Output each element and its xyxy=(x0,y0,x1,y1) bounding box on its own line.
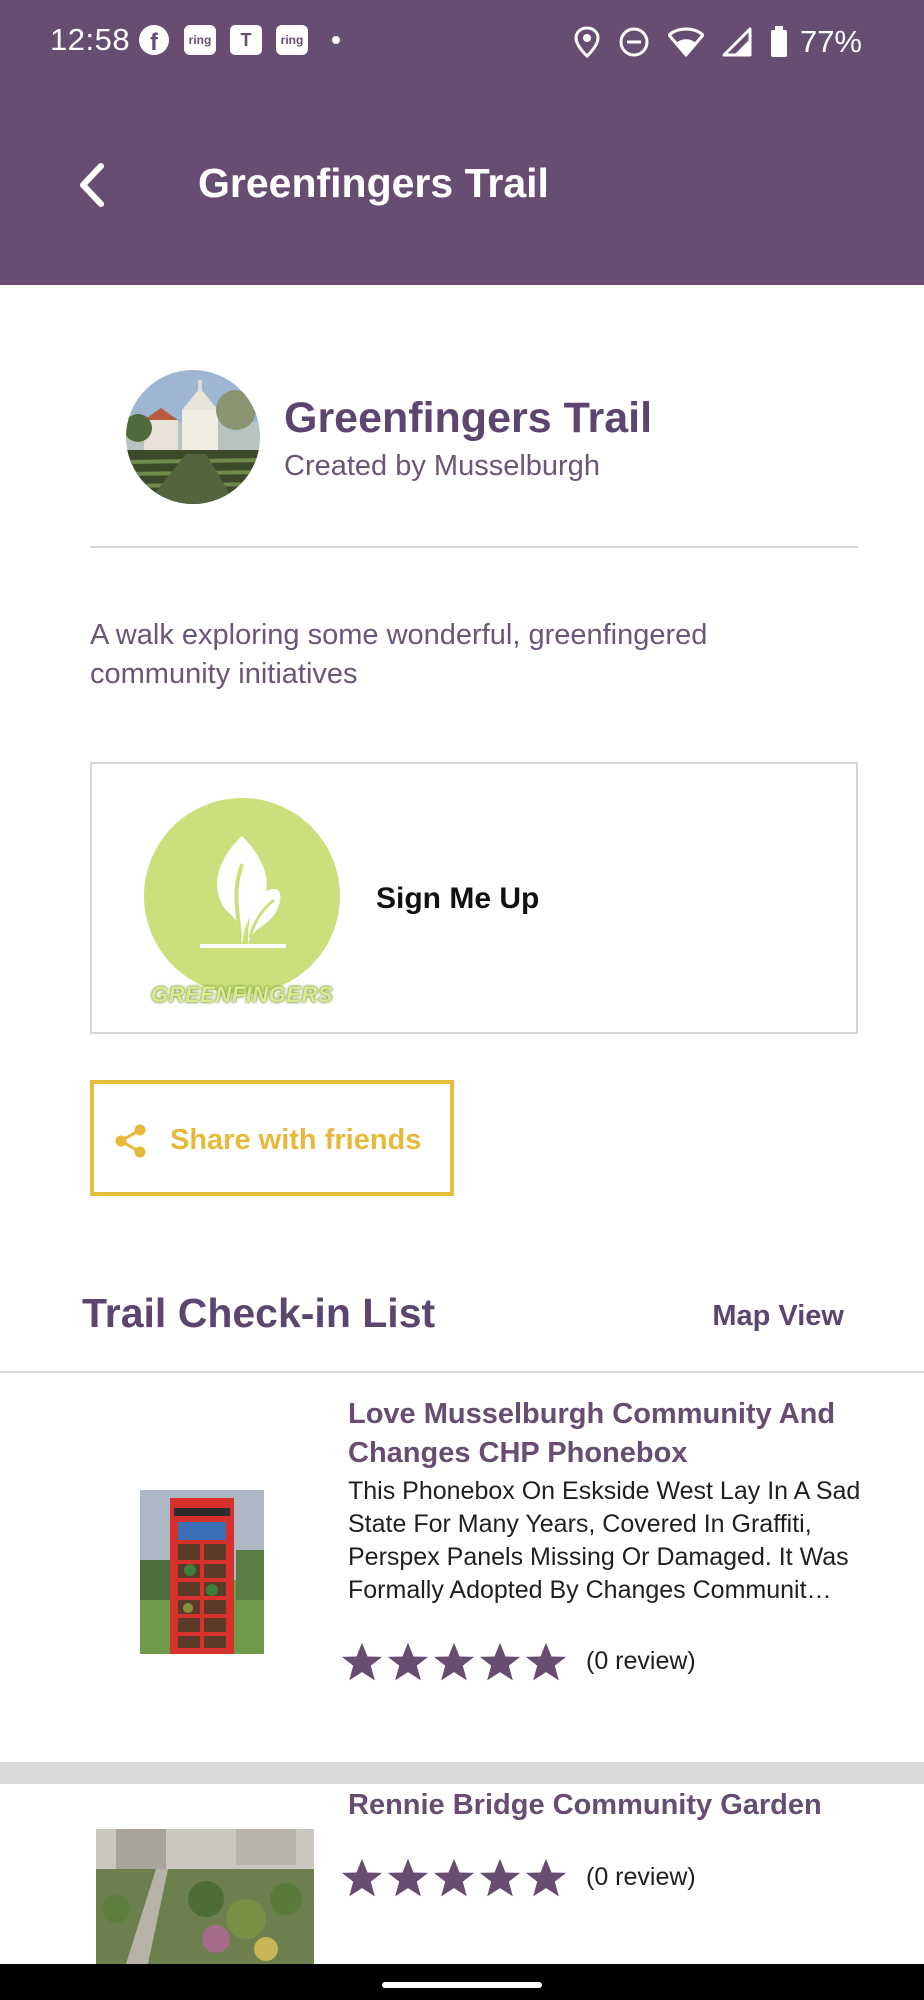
share-button[interactable]: Share with friends xyxy=(90,1080,454,1196)
sign-up-card[interactable]: GREENFINGERS Sign Me Up xyxy=(90,762,858,1034)
star-icon xyxy=(433,1642,475,1681)
star-icon xyxy=(479,1642,521,1681)
star-icon xyxy=(387,1858,429,1897)
star-icon xyxy=(341,1642,383,1681)
battery-icon xyxy=(770,26,787,57)
review-count: (0 review) xyxy=(586,1863,696,1891)
system-icons: 77% xyxy=(574,24,862,60)
greenfingers-logo-text: GREENFINGERS xyxy=(150,982,334,1007)
greenfingers-logo xyxy=(144,798,340,994)
review-count: (0 review) xyxy=(586,1647,696,1675)
trail-name: Greenfingers Trail xyxy=(284,394,653,442)
trail-avatar xyxy=(126,370,260,504)
share-label: Share with friends xyxy=(170,1124,422,1156)
garden-image xyxy=(96,1829,314,1964)
facebook-icon: f xyxy=(138,24,170,56)
status-bar: 12:58 f ring T ring 77% xyxy=(0,0,924,86)
app-bar-title: Greenfingers Trail xyxy=(198,160,549,206)
app-header: 12:58 f ring T ring 77% Greenfingers Tra… xyxy=(0,0,924,285)
divider xyxy=(90,546,858,548)
location-icon xyxy=(574,26,600,58)
chevron-left-icon xyxy=(80,163,104,207)
checkin-item-title[interactable]: Rennie Bridge Community Garden xyxy=(348,1786,868,1825)
list-separator xyxy=(0,1762,924,1784)
notification-icons: f ring T ring xyxy=(138,24,340,56)
ring-icon: ring xyxy=(276,24,308,56)
back-button[interactable] xyxy=(70,160,114,210)
star-icon xyxy=(341,1858,383,1897)
star-icon xyxy=(525,1642,567,1681)
rating-stars xyxy=(340,1640,568,1684)
dot-icon xyxy=(332,36,340,44)
share-icon xyxy=(115,1124,146,1158)
ring-icon: ring xyxy=(184,24,216,56)
trail-creator: Created by Musselburgh xyxy=(284,450,600,482)
sign-me-up-label: Sign Me Up xyxy=(376,882,540,915)
checkin-item-description: This Phonebox On Eskside West Lay In A S… xyxy=(348,1477,861,1604)
rating-stars xyxy=(340,1856,568,1900)
star-icon xyxy=(525,1858,567,1897)
do-not-disturb-icon xyxy=(619,27,649,57)
status-time: 12:58 xyxy=(50,22,131,57)
checkin-item-title[interactable]: Love Musselburgh Community And Changes C… xyxy=(348,1395,868,1473)
star-icon xyxy=(433,1858,475,1897)
wifi-icon xyxy=(667,27,704,57)
star-icon xyxy=(479,1858,521,1897)
battery-percent: 77% xyxy=(799,24,862,59)
home-gesture-handle[interactable] xyxy=(382,1982,542,1988)
star-icon xyxy=(387,1642,429,1681)
map-view-link[interactable]: Map View xyxy=(712,1300,844,1333)
trail-description: A walk exploring some wonderful, greenfi… xyxy=(90,619,708,690)
phonebox-image xyxy=(140,1490,264,1654)
teams-icon: T xyxy=(230,24,262,56)
checkin-list-title: Trail Check-in List xyxy=(82,1290,436,1336)
signal-icon xyxy=(722,27,752,57)
